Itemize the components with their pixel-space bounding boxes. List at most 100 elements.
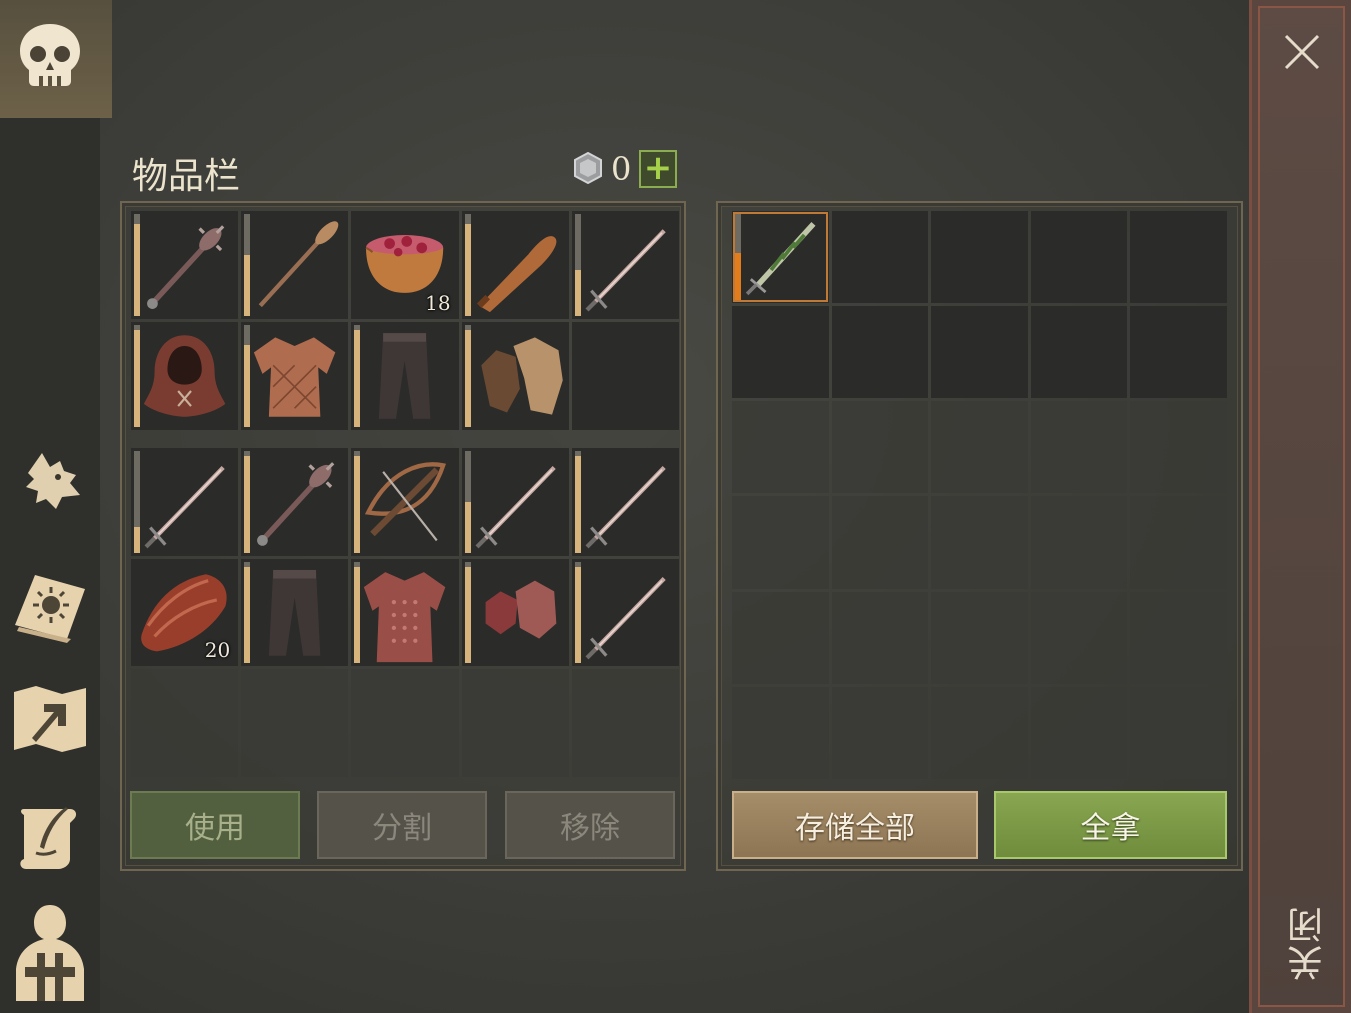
- split-button[interactable]: 分割: [317, 791, 487, 859]
- container-slot[interactable]: [1130, 496, 1227, 589]
- sidebar-tab-character[interactable]: [0, 900, 100, 1005]
- backpack-slot[interactable]: [461, 558, 569, 667]
- container-slot[interactable]: [831, 306, 929, 399]
- durability-fill: [574, 456, 581, 553]
- backpack-slot[interactable]: [131, 669, 239, 777]
- character-icon: [16, 904, 84, 1001]
- durability-fill: [464, 501, 471, 553]
- sidebar-tab-quests[interactable]: [0, 795, 100, 875]
- durability-bar: [354, 451, 361, 553]
- container-slot[interactable]: [931, 496, 1028, 589]
- equipped-slot[interactable]: [131, 211, 239, 319]
- durability-fill: [354, 330, 361, 427]
- sword-icon: [585, 229, 666, 312]
- container-slot[interactable]: [831, 686, 929, 779]
- close-label[interactable]: 关闭: [1283, 905, 1329, 981]
- equipped-slot[interactable]: [351, 322, 459, 430]
- sword-icon: [475, 466, 556, 549]
- add-currency-button[interactable]: +: [639, 150, 677, 188]
- sword-icon: [585, 576, 666, 660]
- container-slot[interactable]: [931, 306, 1028, 399]
- backpack-slot[interactable]: [571, 558, 679, 667]
- durability-fill: [244, 566, 251, 664]
- container-slot[interactable]: [831, 496, 929, 589]
- oar-icon: [258, 221, 339, 308]
- backpack-slot[interactable]: [131, 448, 239, 556]
- equipped-slot[interactable]: [461, 322, 569, 430]
- equipped-slot[interactable]: [571, 211, 679, 319]
- container-slot[interactable]: [1130, 306, 1227, 399]
- coin-icon: [574, 152, 602, 184]
- container-slot[interactable]: [1130, 211, 1227, 304]
- container-slot[interactable]: [1030, 306, 1128, 399]
- durability-bar: [244, 451, 251, 553]
- container-slot[interactable]: [732, 401, 829, 494]
- equipped-slot[interactable]: [241, 322, 349, 430]
- container-slot[interactable]: [732, 496, 829, 589]
- durability-bar: [574, 451, 581, 553]
- backpack-slot[interactable]: [241, 558, 349, 667]
- backpack-slot[interactable]: [241, 448, 349, 556]
- sword-icon: [144, 466, 225, 549]
- equipped-slot[interactable]: [461, 211, 569, 319]
- sidebar-tab-journal[interactable]: [0, 560, 100, 650]
- container-slot[interactable]: [1030, 211, 1128, 304]
- equipped-slot[interactable]: [131, 322, 239, 430]
- durability-bar: [354, 561, 361, 664]
- hood-icon: [143, 335, 226, 417]
- remove-button[interactable]: 移除: [505, 791, 675, 859]
- container-slot[interactable]: [831, 591, 929, 684]
- container-slot[interactable]: [1030, 401, 1128, 494]
- equipped-slot[interactable]: [571, 322, 679, 430]
- durability-bar: [354, 325, 361, 427]
- container-slot[interactable]: [1030, 591, 1128, 684]
- backpack-slot[interactable]: [241, 669, 349, 777]
- backpack-slot[interactable]: 20: [131, 558, 239, 667]
- container-slot[interactable]: [931, 211, 1028, 304]
- container-slot[interactable]: [732, 211, 829, 304]
- durability-bar: [134, 451, 140, 553]
- container-slot[interactable]: [1130, 591, 1227, 684]
- container-slot[interactable]: [931, 591, 1028, 684]
- use-button[interactable]: 使用: [130, 791, 300, 859]
- equipped-slot[interactable]: [241, 211, 349, 319]
- backpack-slot[interactable]: [571, 669, 679, 777]
- durability-bar: [574, 561, 581, 664]
- sidebar-tab-skull[interactable]: [0, 0, 112, 118]
- club-icon: [476, 236, 557, 313]
- mace-icon: [257, 462, 335, 546]
- take-all-button[interactable]: 全拿: [994, 791, 1227, 859]
- container-slot[interactable]: [732, 686, 829, 779]
- durability-bar: [134, 214, 140, 316]
- container-slot[interactable]: [931, 401, 1028, 494]
- padded-jacket-icon: [254, 337, 336, 417]
- durability-fill: [134, 527, 140, 553]
- backpack-slot[interactable]: [461, 448, 569, 556]
- container-slot[interactable]: [732, 306, 829, 399]
- container-slot[interactable]: [732, 591, 829, 684]
- close-panel[interactable]: [1249, 0, 1351, 1013]
- close-icon[interactable]: [1280, 30, 1324, 74]
- durability-bar: [464, 325, 471, 427]
- container-slot[interactable]: [831, 211, 929, 304]
- backpack-slot[interactable]: [351, 448, 459, 556]
- backpack-slot[interactable]: [351, 669, 459, 777]
- sidebar-tab-map[interactable]: [0, 680, 100, 760]
- sidebar-tab-wolf[interactable]: [0, 440, 100, 525]
- backpack-slot[interactable]: [461, 669, 569, 777]
- store-all-button[interactable]: 存储全部: [732, 791, 978, 859]
- durability-fill: [464, 224, 471, 316]
- container-slot[interactable]: [1030, 686, 1128, 779]
- durability-bar: [574, 214, 581, 316]
- container-slot[interactable]: [931, 686, 1028, 779]
- container-slot[interactable]: [831, 401, 929, 494]
- container-slot[interactable]: [1030, 496, 1128, 589]
- sword-icon: [585, 466, 666, 549]
- backpack-slot[interactable]: [351, 558, 459, 667]
- durability-bar: [244, 214, 251, 316]
- container-slot[interactable]: [1130, 401, 1227, 494]
- backpack-slot[interactable]: [571, 448, 679, 556]
- equipped-slot[interactable]: 18: [351, 211, 459, 319]
- durability-bar: [464, 451, 471, 553]
- container-slot[interactable]: [1130, 686, 1227, 779]
